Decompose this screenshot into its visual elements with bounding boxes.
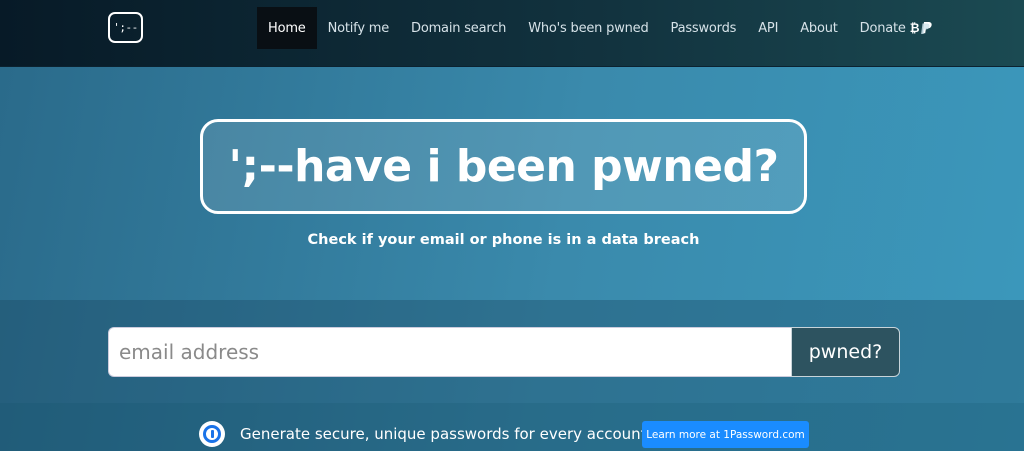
donate-icons: ₿ [910, 21, 934, 35]
nav-item-home[interactable]: Home [257, 7, 317, 49]
nav-item-notify-me[interactable]: Notify me [317, 7, 400, 49]
bitcoin-icon: ₿ [909, 21, 920, 35]
main-nav: Home Notify me Domain search Who's been … [257, 7, 944, 49]
nav-item-label: API [758, 20, 779, 36]
hero-title-box: ';--have i been pwned? [200, 119, 807, 214]
onepassword-logo-icon [199, 421, 225, 447]
nav-item-label: Home [268, 20, 306, 36]
site-logo[interactable]: ';-- [108, 12, 143, 43]
nav-item-label: Who's been pwned [528, 20, 649, 36]
nav-item-passwords[interactable]: Passwords [660, 7, 748, 49]
page-subtitle: Check if your email or phone is in a dat… [307, 232, 700, 248]
promo-text: Generate secure, unique passwords for ev… [240, 425, 647, 443]
logo-text: ';-- [113, 21, 138, 34]
nav-item-label: Passwords [670, 20, 737, 36]
nav-item-label: Notify me [327, 20, 390, 36]
pwned-button[interactable]: pwned? [791, 327, 900, 377]
learn-more-button[interactable]: Learn more at 1Password.com [642, 421, 809, 448]
page-title: ';--have i been pwned? [228, 141, 780, 192]
nav-item-domain-search[interactable]: Domain search [400, 7, 517, 49]
paypal-icon [921, 22, 932, 34]
nav-item-label: About [800, 20, 838, 36]
nav-item-donate[interactable]: Donate ₿ [849, 7, 945, 49]
nav-item-label: Domain search [411, 20, 507, 36]
nav-item-whos-been-pwned[interactable]: Who's been pwned [517, 7, 659, 49]
nav-item-about[interactable]: About [789, 7, 848, 49]
nav-item-label: Donate [859, 20, 906, 36]
search-form: pwned? [108, 327, 900, 377]
navbar: ';-- Home Notify me Domain search Who's … [0, 0, 1024, 67]
nav-item-api[interactable]: API [747, 7, 789, 49]
email-input[interactable] [108, 327, 791, 377]
